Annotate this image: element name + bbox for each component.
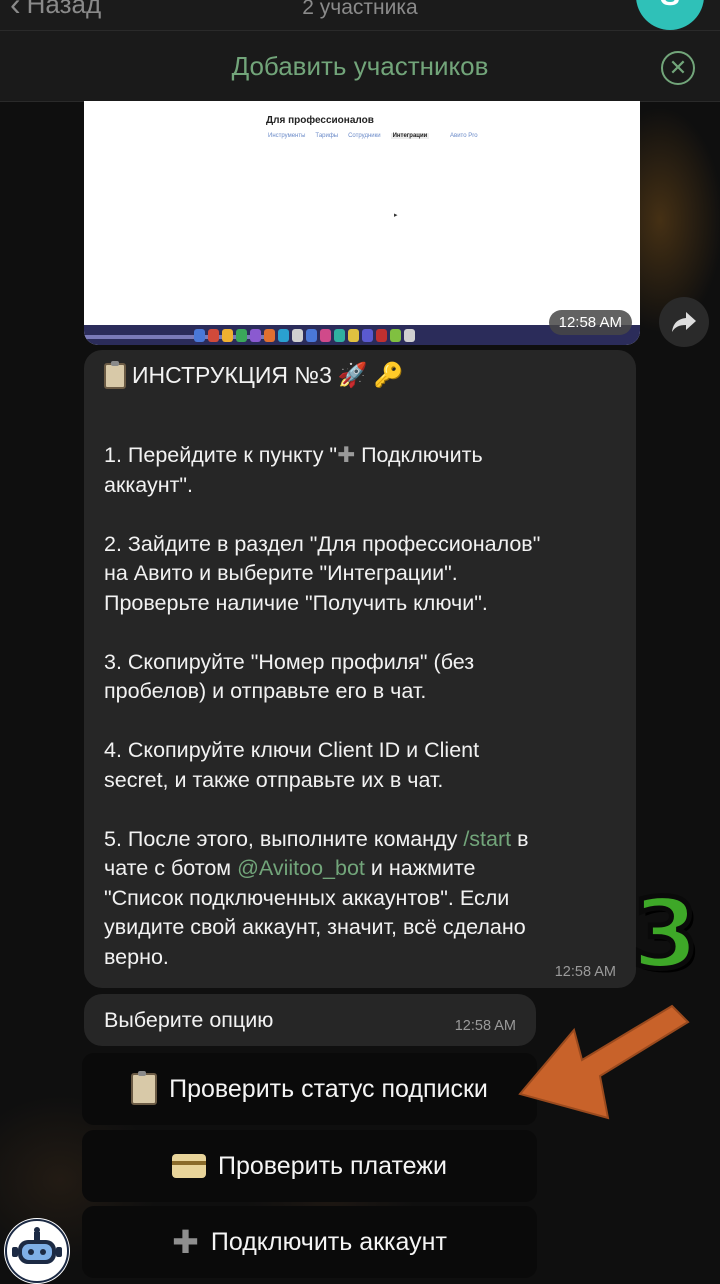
check-subscription-button[interactable]: Проверить статус подписки bbox=[82, 1053, 537, 1125]
connect-account-button[interactable]: ✚ Подключить аккаунт bbox=[82, 1206, 537, 1278]
group-avatar[interactable]: S bbox=[636, 0, 704, 30]
step-text: верно. bbox=[104, 944, 169, 969]
plus-icon: ✚ bbox=[172, 1224, 199, 1260]
screenshot-tab-active: Интеграции bbox=[390, 133, 430, 139]
image-timestamp: 12:58 AM bbox=[548, 310, 632, 335]
clipboard-icon bbox=[104, 361, 126, 389]
message-timestamp: 12:58 AM bbox=[454, 1018, 516, 1034]
button-label: Подключить аккаунт bbox=[210, 1227, 447, 1256]
step-number-badge: 3 bbox=[630, 876, 702, 993]
button-label: Проверить статус подписки bbox=[169, 1074, 488, 1103]
forward-icon bbox=[672, 312, 696, 332]
instruction-message: ИНСТРУКЦИЯ №3 🚀 🔑 1. Перейдите к пункту … bbox=[84, 350, 636, 988]
heading-text: ИНСТРУКЦИЯ №3 bbox=[132, 362, 332, 389]
button-label: Проверить платежи bbox=[218, 1151, 447, 1180]
step-text: Подключить bbox=[355, 443, 483, 467]
start-command-link[interactable]: /start bbox=[463, 827, 511, 851]
screenshot-tabs: Инструменты Тарифы Сотрудники Интеграции bbox=[268, 133, 430, 139]
screenshot-image-message[interactable]: Для профессионалов Инструменты Тарифы Со… bbox=[84, 101, 640, 345]
step-text: 3. Скопируйте "Номер профиля" (без bbox=[104, 649, 475, 674]
option-message: Выберите опцию 12:58 AM bbox=[84, 994, 536, 1046]
plus-icon: ✚ bbox=[337, 443, 356, 467]
screenshot-tab: Инструменты bbox=[268, 133, 306, 139]
participants-count: 2 участника bbox=[302, 0, 418, 19]
screenshot-link: Авито Pro bbox=[450, 133, 478, 139]
step-text: Проверьте наличие "Получить ключи". bbox=[104, 590, 488, 615]
forward-button[interactable] bbox=[659, 297, 709, 347]
step-text: чате с ботом bbox=[104, 856, 238, 880]
key-icon: 🔑 bbox=[373, 362, 404, 390]
rocket-icon: 🚀 bbox=[337, 362, 368, 390]
screenshot-page-title: Для профессионалов bbox=[266, 115, 374, 126]
step-text: 2. Зайдите в раздел "Для профессионалов" bbox=[104, 531, 541, 556]
step-text: 5. После этого, выполните команду bbox=[104, 826, 464, 851]
close-icon[interactable]: ✕ bbox=[661, 51, 695, 85]
step-text: и нажмите bbox=[364, 856, 476, 880]
bot-mention-link[interactable]: @Aviitoo_bot bbox=[237, 856, 365, 880]
bot-avatar[interactable] bbox=[4, 1218, 70, 1284]
cursor-icon: ▸ bbox=[394, 212, 398, 219]
step-text: "Список подключенных аккаунтов". Если bbox=[104, 885, 510, 910]
screenshot-tab: Сотрудники bbox=[348, 133, 381, 139]
step-text: увидите свой аккаунт, значит, всё сделан… bbox=[104, 915, 526, 939]
step-text: 1. Перейдите к пункту " bbox=[104, 443, 338, 467]
step-text: secret, и также отправьте их в чат. bbox=[104, 767, 444, 792]
step-text: пробелов) и отправьте его в чат. bbox=[104, 679, 427, 703]
dock-icons bbox=[194, 329, 415, 342]
step-text: аккаунт". bbox=[104, 472, 194, 497]
step-text: на Авито и выберите "Интеграции". bbox=[104, 561, 458, 585]
message-timestamp: 12:58 AM bbox=[554, 964, 616, 980]
step-text: в bbox=[511, 826, 529, 851]
step-text: 4. Скопируйте ключи Client ID и Client bbox=[104, 738, 480, 762]
check-payments-button[interactable]: Проверить платежи bbox=[82, 1130, 537, 1202]
robot-icon bbox=[5, 1219, 69, 1283]
add-members-bar: Добавить участников ✕ bbox=[0, 31, 720, 102]
credit-card-icon bbox=[172, 1154, 207, 1178]
option-text: Выберите опцию bbox=[104, 1008, 274, 1032]
add-members-button[interactable]: Добавить участников bbox=[0, 51, 720, 82]
screenshot-tab: Тарифы bbox=[315, 133, 339, 139]
chat-header: ‹ Назад 2 участника S bbox=[0, 0, 720, 31]
clipboard-icon bbox=[131, 1071, 158, 1105]
instruction-heading: ИНСТРУКЦИЯ №3 🚀 🔑 bbox=[104, 358, 624, 394]
